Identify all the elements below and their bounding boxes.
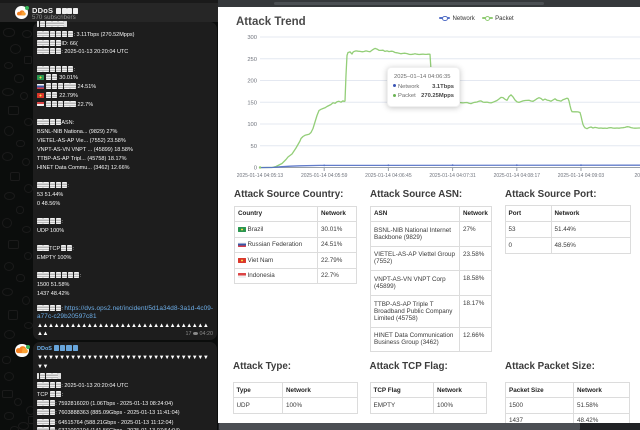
- svg-text:2025-01-14 04:07:31: 2025-01-14 04:07:31: [429, 173, 476, 179]
- svg-text:250: 250: [247, 57, 257, 63]
- svg-text:300: 300: [247, 35, 257, 41]
- svg-text:100: 100: [247, 122, 257, 128]
- svg-text:50: 50: [251, 144, 257, 150]
- svg-text:20: 20: [635, 173, 640, 179]
- svg-text:2025-01-14 04:06:45: 2025-01-14 04:06:45: [365, 173, 412, 179]
- svg-text:2025-01-14 04:09:03: 2025-01-14 04:09:03: [558, 173, 605, 179]
- svg-text:200: 200: [247, 79, 257, 85]
- svg-text:0: 0: [254, 166, 257, 172]
- svg-text:2025-01-14 04:05:13: 2025-01-14 04:05:13: [237, 173, 284, 179]
- svg-text:2025-01-14 04:05:59: 2025-01-14 04:05:59: [301, 173, 348, 179]
- svg-text:2025-01-14 04:08:17: 2025-01-14 04:08:17: [494, 173, 541, 179]
- svg-text:150: 150: [247, 100, 257, 106]
